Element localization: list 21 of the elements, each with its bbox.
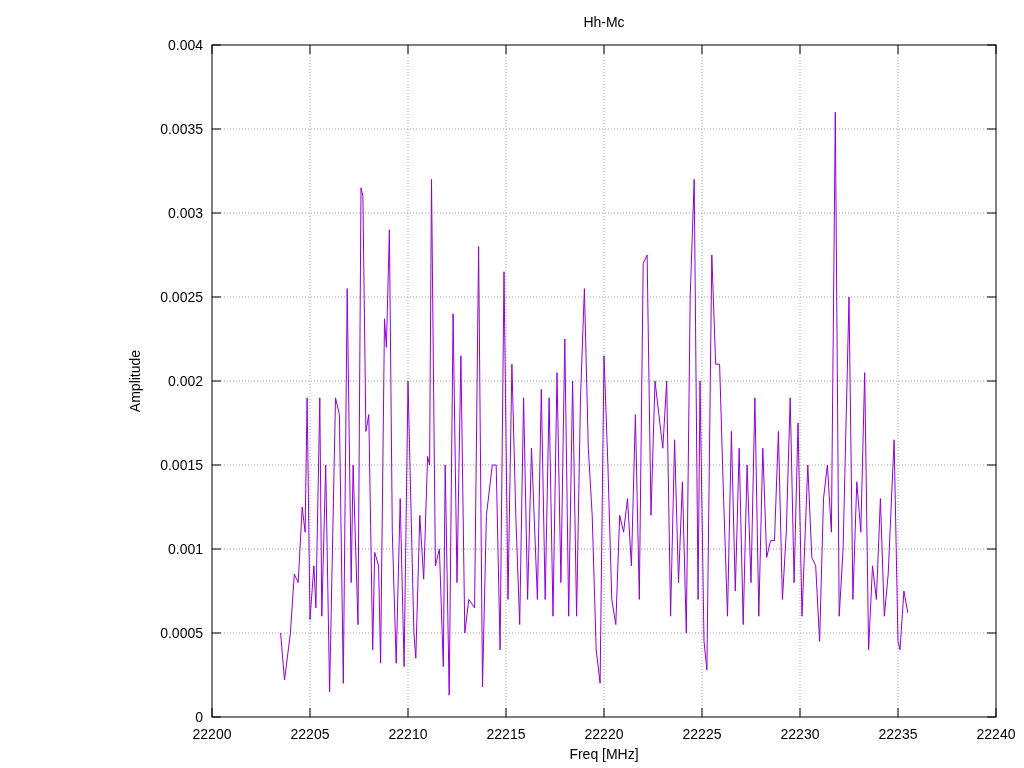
x-tick-label: 22215 bbox=[486, 726, 526, 742]
x-tick-label: 22205 bbox=[290, 726, 330, 742]
y-tick-label: 0.003 bbox=[167, 205, 203, 221]
y-tick-label: 0.0035 bbox=[160, 121, 203, 137]
y-tick-label: 0.001 bbox=[167, 541, 203, 557]
x-axis-title: Freq [MHz] bbox=[569, 746, 639, 762]
chart-title: Hh-Mc bbox=[583, 14, 625, 30]
x-tick-label: 22230 bbox=[780, 726, 820, 742]
y-axis-title: Amplitude bbox=[127, 349, 143, 413]
y-tick-label: 0.0005 bbox=[160, 625, 203, 641]
y-tick-label: 0.004 bbox=[167, 37, 203, 53]
x-tick-label: 22225 bbox=[682, 726, 722, 742]
y-tick-label: 0 bbox=[195, 709, 203, 725]
y-tick-label: 0.002 bbox=[167, 373, 203, 389]
x-tick-label: 22235 bbox=[878, 726, 918, 742]
x-tick-label: 22240 bbox=[976, 726, 1016, 742]
y-tick-label: 0.0025 bbox=[160, 289, 203, 305]
y-tick-label: 0.0015 bbox=[160, 457, 203, 473]
x-tick-label: 22200 bbox=[192, 726, 232, 742]
x-tick-label: 22210 bbox=[388, 726, 428, 742]
x-tick-label: 22220 bbox=[584, 726, 624, 742]
